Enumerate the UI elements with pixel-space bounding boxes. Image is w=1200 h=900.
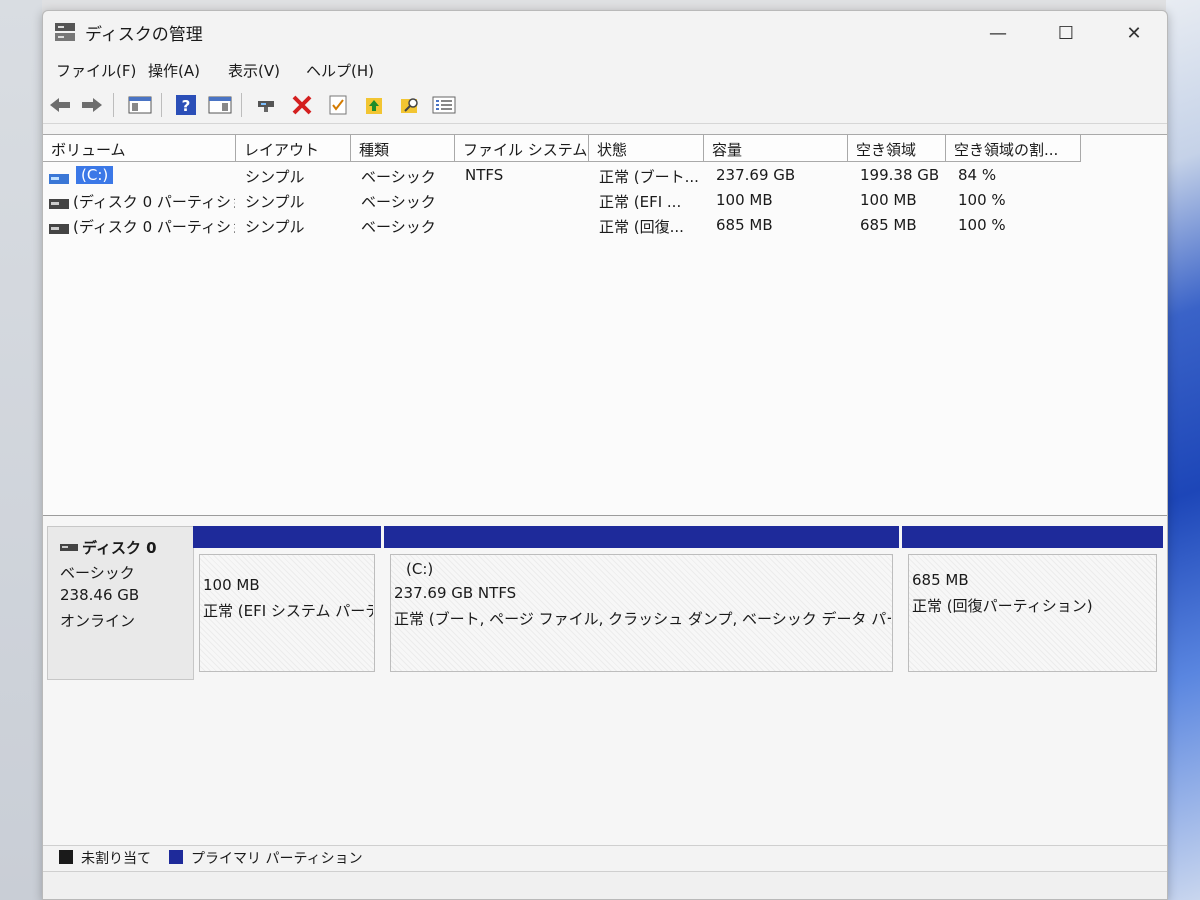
volume-row-recovery[interactable]: (ディスク 0 パーティショ... シンプル ベーシック 正常 (回復... 6… (43, 213, 1167, 238)
volume-layout: シンプル (245, 218, 305, 236)
partition-recovery[interactable]: 685 MB 正常 (回復パーティション) (902, 526, 1163, 678)
legend: 未割り当て プライマリ パーティション (43, 845, 1167, 870)
partition-status: 正常 (回復パーティション) (912, 597, 1093, 615)
volume-layout: シンプル (245, 168, 305, 186)
column-header-free-space[interactable]: 空き領域 (848, 135, 946, 162)
menu-view[interactable]: 表示(V) (228, 60, 280, 81)
disk-graphical-panel: ディスク 0 ベーシック 238.46 GB オンライン 100 MB 正常 (… (43, 516, 1167, 845)
legend-label-unallocated: 未割り当て (81, 851, 151, 867)
volume-drive-icon (49, 170, 69, 184)
forward-arrow-icon[interactable] (79, 93, 105, 117)
volume-capacity: 237.69 GB (716, 166, 796, 184)
volume-row-c[interactable]: (C:) シンプル ベーシック NTFS 正常 (ブート... 237.69 G… (43, 163, 1167, 188)
partition-efi[interactable]: 100 MB 正常 (EFI システム パーテ (193, 526, 381, 678)
menu-file[interactable]: ファイル(F) (56, 60, 136, 81)
partition-size: 685 MB (912, 571, 969, 589)
volume-type: ベーシック (361, 168, 436, 186)
action-pane-icon[interactable] (207, 93, 233, 117)
help-icon[interactable]: ? (173, 93, 199, 117)
disk-management-window: ディスクの管理 — ☐ ✕ ファイル(F) 操作(A) 表示(V) ヘルプ(H)… (42, 10, 1168, 900)
menu-bar: ファイル(F) 操作(A) 表示(V) ヘルプ(H) (43, 57, 1167, 83)
partition-size: 100 MB (203, 576, 260, 594)
delete-icon[interactable] (289, 93, 315, 117)
desktop-background-left (0, 0, 42, 900)
volume-status: 正常 (回復... (599, 218, 684, 236)
menu-help[interactable]: ヘルプ(H) (306, 60, 374, 81)
back-arrow-icon[interactable] (47, 93, 73, 117)
legend-swatch-primary (169, 850, 183, 864)
disk-icon (60, 539, 78, 557)
properties-icon[interactable] (325, 93, 351, 117)
disk-info-box[interactable]: ディスク 0 ベーシック 238.46 GB オンライン (47, 526, 194, 680)
volume-status: 正常 (ブート... (599, 168, 699, 186)
disk-type: ベーシック (60, 564, 135, 582)
volume-status: 正常 (EFI ... (599, 193, 682, 211)
close-button[interactable]: ✕ (1111, 17, 1157, 49)
volume-free-percent: 100 % (958, 191, 1006, 209)
volume-free: 685 MB (860, 216, 917, 234)
volume-capacity: 100 MB (716, 191, 773, 209)
column-header-layout[interactable]: レイアウト (236, 135, 351, 162)
legend-label-primary: プライマリ パーティション (191, 851, 363, 867)
disk-status: オンライン (60, 612, 136, 630)
volume-type: ベーシック (361, 193, 436, 211)
list-view-icon[interactable] (431, 93, 457, 117)
volume-capacity: 685 MB (716, 216, 773, 234)
partition-c[interactable]: (C:) 237.69 GB NTFS 正常 (ブート, ページ ファイル, ク… (384, 526, 899, 678)
volume-row-efi[interactable]: (ディスク 0 パーティショ... シンプル ベーシック 正常 (EFI ...… (43, 188, 1167, 213)
column-header-capacity[interactable]: 容量 (704, 135, 848, 162)
column-header-free-percent[interactable]: 空き領域の割... (946, 135, 1081, 162)
partition-status: 正常 (EFI システム パーテ (203, 602, 373, 620)
title-bar: ディスクの管理 — ☐ ✕ (43, 11, 1167, 55)
desktop-wallpaper-right (1166, 0, 1200, 900)
toolbar-separator (161, 93, 162, 117)
volume-free-percent: 84 % (958, 166, 997, 184)
svg-text:?: ? (182, 97, 191, 115)
minimize-button[interactable]: — (975, 17, 1021, 49)
volume-name: (ディスク 0 パーティショ... (73, 193, 235, 211)
column-header-type[interactable]: 種類 (351, 135, 455, 162)
search-folder-icon[interactable] (397, 93, 423, 117)
volume-free: 100 MB (860, 191, 917, 209)
primary-partition-bar (384, 526, 899, 548)
toolbar-separator (113, 93, 114, 117)
partition-size: 237.69 GB NTFS (394, 584, 517, 602)
status-bar (43, 871, 1167, 899)
disk-size: 238.46 GB (60, 586, 140, 604)
maximize-button[interactable]: ☐ (1043, 17, 1089, 49)
menu-action[interactable]: 操作(A) (148, 60, 200, 81)
volume-filesystem: NTFS (465, 166, 504, 184)
column-header-filesystem[interactable]: ファイル システム (455, 135, 589, 162)
partition-title: (C:) (406, 560, 434, 578)
legend-swatch-unallocated (59, 850, 73, 864)
column-header-volume[interactable]: ボリューム (43, 135, 236, 162)
primary-partition-bar (193, 526, 381, 548)
volume-type: ベーシック (361, 218, 436, 236)
volume-drive-icon (49, 195, 69, 209)
volume-layout: シンプル (245, 193, 305, 211)
column-header-status[interactable]: 状態 (589, 135, 704, 162)
upload-icon[interactable] (361, 93, 387, 117)
volume-free-percent: 100 % (958, 216, 1006, 234)
volume-drive-icon (49, 220, 69, 234)
partition-status: 正常 (ブート, ページ ファイル, クラッシュ ダンプ, ベーシック データ … (394, 610, 891, 628)
volume-name: (C:) (76, 166, 114, 184)
connect-drive-icon[interactable] (253, 93, 279, 117)
console-tree-icon[interactable] (127, 93, 153, 117)
window-title: ディスクの管理 (85, 25, 203, 45)
volume-free: 199.38 GB (860, 166, 940, 184)
toolbar: ? (43, 87, 1167, 124)
disk-management-app-icon (53, 21, 77, 43)
toolbar-separator (241, 93, 242, 117)
disk-name: ディスク 0 (82, 539, 157, 557)
primary-partition-bar (902, 526, 1163, 548)
volume-list-panel: ボリューム レイアウト 種類 ファイル システム 状態 容量 空き領域 空き領域… (43, 134, 1167, 517)
volume-name: (ディスク 0 パーティショ... (73, 218, 235, 236)
